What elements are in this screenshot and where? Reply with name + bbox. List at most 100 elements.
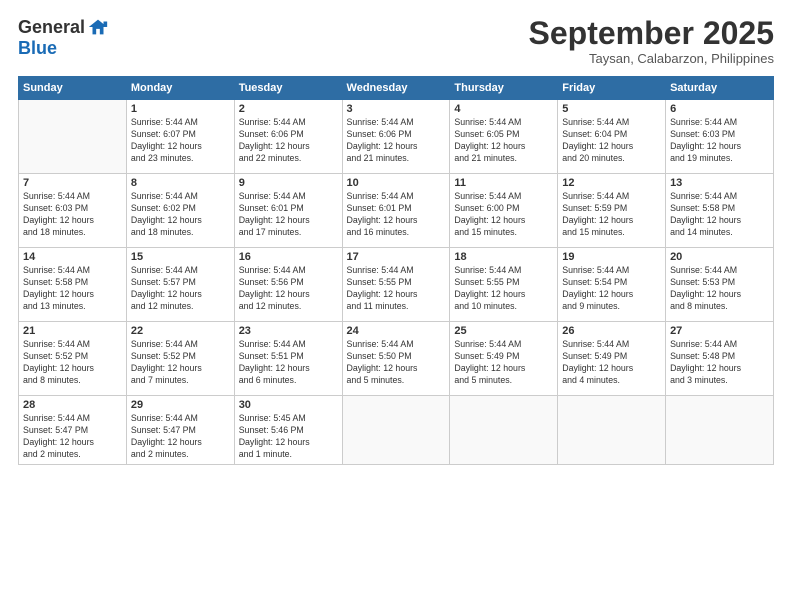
- day-number: 4: [454, 103, 553, 115]
- day-info: Sunrise: 5:44 AMSunset: 6:03 PMDaylight:…: [670, 117, 769, 165]
- calendar-cell: 1 Sunrise: 5:44 AMSunset: 6:07 PMDaylight…: [126, 100, 234, 174]
- day-info: Sunrise: 5:44 AMSunset: 6:06 PMDaylight:…: [239, 117, 338, 165]
- calendar-week-row: 28 Sunrise: 5:44 AMSunset: 5:47 PMDayligh…: [19, 396, 774, 465]
- day-info: Sunrise: 5:44 AMSunset: 5:53 PMDaylight:…: [670, 265, 769, 313]
- day-number: 28: [23, 399, 122, 411]
- calendar-cell: 20 Sunrise: 5:44 AMSunset: 5:53 PMDayligh…: [666, 248, 774, 322]
- calendar-cell: [342, 396, 450, 465]
- day-number: 5: [562, 103, 661, 115]
- day-number: 15: [131, 251, 230, 263]
- location: Taysan, Calabarzon, Philippines: [529, 51, 774, 66]
- calendar-cell: 5 Sunrise: 5:44 AMSunset: 6:04 PMDaylight…: [558, 100, 666, 174]
- day-info: Sunrise: 5:44 AMSunset: 5:47 PMDaylight:…: [131, 413, 230, 461]
- calendar-cell: 2 Sunrise: 5:44 AMSunset: 6:06 PMDaylight…: [234, 100, 342, 174]
- calendar-cell: 7Sunrise: 5:44 AMSunset: 6:03 PMDaylight…: [19, 174, 127, 248]
- calendar-cell: 23 Sunrise: 5:44 AMSunset: 5:51 PMDayligh…: [234, 322, 342, 396]
- weekday-header: Thursday: [450, 77, 558, 100]
- day-info: Sunrise: 5:44 AMSunset: 6:01 PMDaylight:…: [239, 191, 338, 239]
- calendar-cell: 26 Sunrise: 5:44 AMSunset: 5:49 PMDayligh…: [558, 322, 666, 396]
- day-number: 1: [131, 103, 230, 115]
- day-number: 29: [131, 399, 230, 411]
- day-number: 13: [670, 177, 769, 189]
- day-info: Sunrise: 5:44 AMSunset: 6:02 PMDaylight:…: [131, 191, 230, 239]
- day-number: 20: [670, 251, 769, 263]
- calendar-cell: 17Sunrise: 5:44 AMSunset: 5:55 PMDayligh…: [342, 248, 450, 322]
- day-number: 16: [239, 251, 338, 263]
- weekday-header: Saturday: [666, 77, 774, 100]
- title-block: September 2025 Taysan, Calabarzon, Phili…: [529, 16, 774, 66]
- weekday-header: Friday: [558, 77, 666, 100]
- month-title: September 2025: [529, 16, 774, 51]
- calendar-week-row: 7Sunrise: 5:44 AMSunset: 6:03 PMDaylight…: [19, 174, 774, 248]
- calendar-cell: 3Sunrise: 5:44 AMSunset: 6:06 PMDaylight…: [342, 100, 450, 174]
- day-info: Sunrise: 5:44 AMSunset: 6:05 PMDaylight:…: [454, 117, 553, 165]
- day-info: Sunrise: 5:44 AMSunset: 5:47 PMDaylight:…: [23, 413, 122, 461]
- weekday-header: Wednesday: [342, 77, 450, 100]
- calendar-week-row: 21 Sunrise: 5:44 AMSunset: 5:52 PMDayligh…: [19, 322, 774, 396]
- weekday-header: Tuesday: [234, 77, 342, 100]
- day-info: Sunrise: 5:44 AMSunset: 5:52 PMDaylight:…: [131, 339, 230, 387]
- day-info: Sunrise: 5:44 AMSunset: 5:52 PMDaylight:…: [23, 339, 122, 387]
- day-number: 11: [454, 177, 553, 189]
- calendar-cell: 29 Sunrise: 5:44 AMSunset: 5:47 PMDayligh…: [126, 396, 234, 465]
- calendar-cell: 30Sunrise: 5:45 AMSunset: 5:46 PMDayligh…: [234, 396, 342, 465]
- day-info: Sunrise: 5:44 AMSunset: 5:51 PMDaylight:…: [239, 339, 338, 387]
- calendar-cell: [450, 396, 558, 465]
- day-info: Sunrise: 5:44 AMSunset: 5:54 PMDaylight:…: [562, 265, 661, 313]
- day-info: Sunrise: 5:44 AMSunset: 5:50 PMDaylight:…: [347, 339, 446, 387]
- day-info: Sunrise: 5:44 AMSunset: 5:58 PMDaylight:…: [23, 265, 122, 313]
- calendar-cell: [558, 396, 666, 465]
- day-info: Sunrise: 5:44 AMSunset: 6:07 PMDaylight:…: [131, 117, 230, 165]
- calendar-cell: 13Sunrise: 5:44 AMSunset: 5:58 PMDayligh…: [666, 174, 774, 248]
- calendar-cell: 9 Sunrise: 5:44 AMSunset: 6:01 PMDaylight…: [234, 174, 342, 248]
- day-number: 10: [347, 177, 446, 189]
- logo-general: General: [18, 17, 85, 38]
- calendar-cell: 19 Sunrise: 5:44 AMSunset: 5:54 PMDayligh…: [558, 248, 666, 322]
- day-info: Sunrise: 5:44 AMSunset: 5:49 PMDaylight:…: [454, 339, 553, 387]
- day-number: 26: [562, 325, 661, 337]
- day-info: Sunrise: 5:44 AMSunset: 5:48 PMDaylight:…: [670, 339, 769, 387]
- calendar-cell: 10 Sunrise: 5:44 AMSunset: 6:01 PMDayligh…: [342, 174, 450, 248]
- day-info: Sunrise: 5:44 AMSunset: 5:49 PMDaylight:…: [562, 339, 661, 387]
- calendar-cell: 6 Sunrise: 5:44 AMSunset: 6:03 PMDaylight…: [666, 100, 774, 174]
- calendar-cell: 4 Sunrise: 5:44 AMSunset: 6:05 PMDaylight…: [450, 100, 558, 174]
- day-number: 6: [670, 103, 769, 115]
- day-number: 24: [347, 325, 446, 337]
- calendar-cell: 24 Sunrise: 5:44 AMSunset: 5:50 PMDayligh…: [342, 322, 450, 396]
- calendar-header-row: SundayMondayTuesdayWednesdayThursdayFrid…: [19, 77, 774, 100]
- day-number: 21: [23, 325, 122, 337]
- day-info: Sunrise: 5:44 AMSunset: 6:00 PMDaylight:…: [454, 191, 553, 239]
- calendar-cell: 12Sunrise: 5:44 AMSunset: 5:59 PMDayligh…: [558, 174, 666, 248]
- day-number: 18: [454, 251, 553, 263]
- day-number: 23: [239, 325, 338, 337]
- calendar-cell: 15 Sunrise: 5:44 AMSunset: 5:57 PMDayligh…: [126, 248, 234, 322]
- calendar-cell: 22 Sunrise: 5:44 AMSunset: 5:52 PMDayligh…: [126, 322, 234, 396]
- day-number: 2: [239, 103, 338, 115]
- day-info: Sunrise: 5:44 AMSunset: 5:56 PMDaylight:…: [239, 265, 338, 313]
- day-info: Sunrise: 5:44 AMSunset: 6:04 PMDaylight:…: [562, 117, 661, 165]
- calendar-cell: [19, 100, 127, 174]
- calendar-cell: 16 Sunrise: 5:44 AMSunset: 5:56 PMDayligh…: [234, 248, 342, 322]
- calendar-table: SundayMondayTuesdayWednesdayThursdayFrid…: [18, 76, 774, 465]
- day-number: 9: [239, 177, 338, 189]
- logo-blue: Blue: [18, 38, 57, 58]
- calendar-week-row: 1 Sunrise: 5:44 AMSunset: 6:07 PMDaylight…: [19, 100, 774, 174]
- calendar-cell: 8 Sunrise: 5:44 AMSunset: 6:02 PMDaylight…: [126, 174, 234, 248]
- weekday-header: Sunday: [19, 77, 127, 100]
- day-number: 17: [347, 251, 446, 263]
- calendar-cell: 21 Sunrise: 5:44 AMSunset: 5:52 PMDayligh…: [19, 322, 127, 396]
- page: General Blue September 2025 Taysan, Cala…: [0, 0, 792, 612]
- logo: General Blue: [18, 16, 109, 59]
- calendar-cell: 14Sunrise: 5:44 AMSunset: 5:58 PMDayligh…: [19, 248, 127, 322]
- day-info: Sunrise: 5:44 AMSunset: 6:01 PMDaylight:…: [347, 191, 446, 239]
- day-info: Sunrise: 5:44 AMSunset: 5:57 PMDaylight:…: [131, 265, 230, 313]
- calendar-cell: [666, 396, 774, 465]
- day-number: 19: [562, 251, 661, 263]
- day-number: 3: [347, 103, 446, 115]
- day-number: 22: [131, 325, 230, 337]
- calendar-cell: 18Sunrise: 5:44 AMSunset: 5:55 PMDayligh…: [450, 248, 558, 322]
- day-info: Sunrise: 5:44 AMSunset: 5:59 PMDaylight:…: [562, 191, 661, 239]
- day-number: 8: [131, 177, 230, 189]
- calendar-cell: 25Sunrise: 5:44 AMSunset: 5:49 PMDayligh…: [450, 322, 558, 396]
- calendar-week-row: 14Sunrise: 5:44 AMSunset: 5:58 PMDayligh…: [19, 248, 774, 322]
